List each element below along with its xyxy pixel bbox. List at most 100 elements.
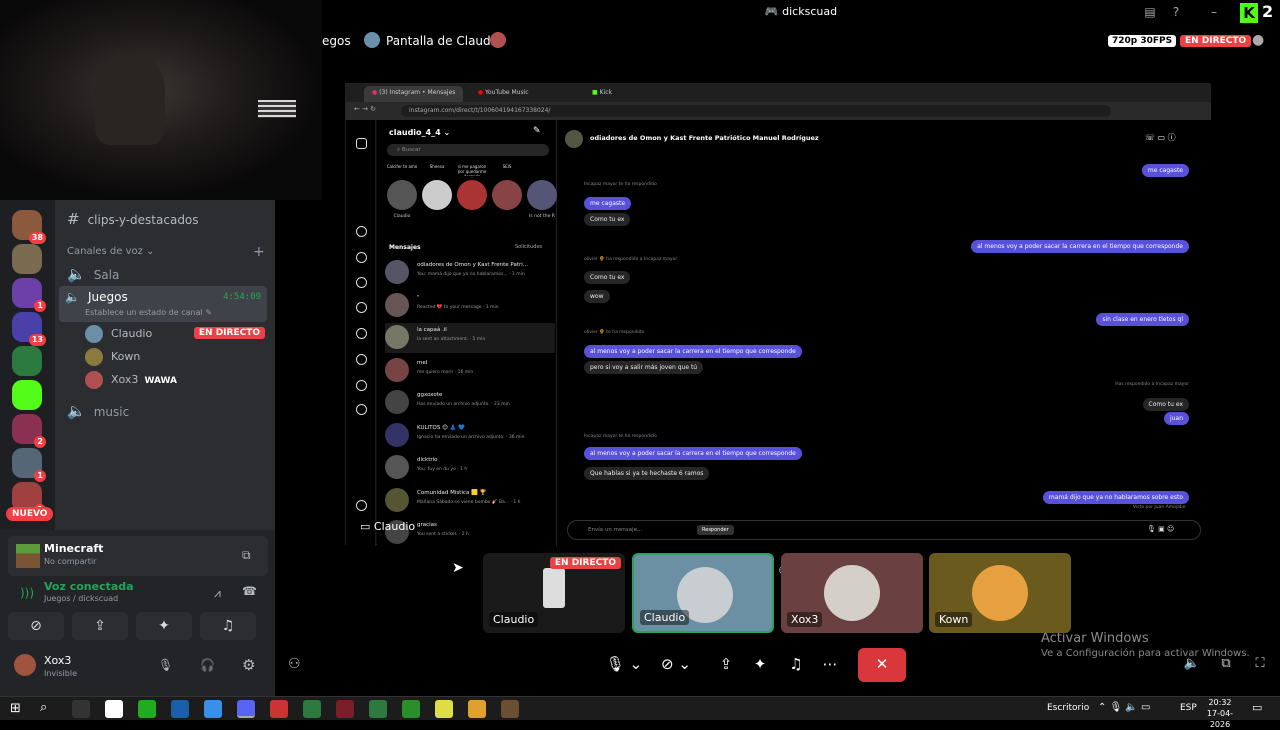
soundboard-button[interactable]: ♫ — [780, 648, 812, 680]
channel-status[interactable]: Establece un estado de canal ✎ — [85, 308, 212, 317]
mic-image-sticker-icons[interactable]: 🎙 ▣ ☺ — [1147, 525, 1174, 533]
note[interactable]: SEIS — [490, 164, 524, 234]
instagram-nav-icon[interactable] — [356, 277, 367, 288]
leave-call-button[interactable]: ✕ — [858, 648, 906, 682]
conversation-item[interactable]: dicktrio You: fuy en du yo · 1 h — [385, 453, 555, 483]
mute-button[interactable]: 🎙 ⌄ — [598, 648, 650, 680]
taskbar-app-icon[interactable] — [72, 700, 90, 718]
activities-button[interactable]: ✦ — [136, 612, 192, 640]
disconnect-icon[interactable]: ☎ — [242, 584, 257, 598]
server-icon[interactable]: 2 — [12, 414, 46, 448]
voice-user[interactable]: Claudio EN DIRECTO — [85, 325, 265, 343]
participant-tile[interactable]: Xox3 — [781, 553, 923, 633]
taskbar-app-icon[interactable] — [270, 700, 288, 718]
channel-sala[interactable]: 🔈 Sala — [67, 265, 119, 283]
instagram-nav-icon[interactable] — [356, 328, 367, 339]
note[interactable]: Is not the R — [525, 164, 559, 234]
windows-start-icon[interactable]: ⊞ — [10, 701, 21, 716]
instagram-nav-icon[interactable] — [356, 404, 367, 415]
voice-category[interactable]: Canales de voz ⌄ — [67, 246, 154, 257]
minimize-icon[interactable]: – — [1206, 4, 1222, 20]
participant-tile[interactable]: Kown — [929, 553, 1071, 633]
voice-connected-sub[interactable]: Juegos / dickscuad — [44, 594, 118, 603]
conversation-item[interactable]: " Reacted 💔 to your message · 1 min — [385, 291, 555, 321]
chat-bubble-icon[interactable]: ● — [1252, 32, 1264, 48]
compose-icon[interactable]: ✎ — [533, 126, 541, 136]
taskbar-app-icon[interactable] — [501, 700, 519, 718]
taskbar-app-icon[interactable] — [105, 700, 123, 718]
fullscreen-icon[interactable]: ⛶ — [1248, 648, 1272, 680]
server-icon[interactable]: 38 — [12, 210, 46, 244]
instagram-nav-icon[interactable] — [356, 302, 367, 313]
requests-link[interactable]: Solicitudes — [515, 244, 542, 250]
taskbar-app-icon[interactable] — [435, 700, 453, 718]
notification-icon[interactable]: ▭ — [1252, 701, 1262, 714]
screen-share-button[interactable]: ⇪ — [72, 612, 128, 640]
taskbar-app-icon[interactable] — [237, 700, 255, 718]
taskbar-app-icon[interactable] — [204, 700, 222, 718]
server-icon[interactable]: 1 — [12, 278, 46, 312]
channel-juegos[interactable]: 🔈 Juegos 4:54:09 Establece un estado de c… — [59, 286, 267, 322]
voice-connected-title[interactable]: Voz conectada — [44, 580, 134, 593]
tab-instagram[interactable]: ● (3) Instagram • Mensajes — [364, 86, 464, 102]
conversation-item[interactable]: la capaа́ .il la sent an attachment. · 5 … — [385, 323, 555, 353]
tab-youtube-music[interactable]: ● YouTube Music — [470, 86, 537, 102]
conversation-item[interactable]: KULITOS 😊 👗 💙 Ignacio ha enviado un archi… — [385, 421, 555, 451]
share-screen-icon[interactable]: ⧉ — [242, 548, 251, 563]
instagram-nav-icon[interactable] — [356, 380, 367, 391]
help-icon[interactable]: ? — [1168, 4, 1184, 20]
instagram-nav-icon[interactable] — [356, 138, 367, 149]
server-icon[interactable] — [12, 346, 42, 376]
channel-music[interactable]: 🔈 music — [67, 402, 129, 420]
clock[interactable]: 20:32 17-04-2026 — [1198, 697, 1242, 730]
activity-card[interactable]: Minecraft No compartir ⧉ — [8, 536, 268, 576]
server-icon[interactable] — [12, 244, 42, 274]
voice-user[interactable]: Xox3 WAWA — [85, 371, 265, 389]
conversation-item[interactable]: mel me quiero morir · 16 min — [385, 356, 555, 386]
avatar[interactable] — [14, 654, 36, 676]
shared-screen[interactable]: ● (3) Instagram • Mensajes ● YouTube Mus… — [345, 83, 1211, 546]
search-input[interactable]: ⌕ Buscar — [387, 144, 549, 156]
voice-user[interactable]: Kown — [85, 348, 265, 366]
instagram-nav-icon[interactable] — [356, 354, 367, 365]
instagram-nav-icon[interactable] — [356, 252, 367, 263]
server-icon[interactable] — [12, 380, 42, 410]
breadcrumb[interactable]: egos — [322, 34, 351, 48]
conversation-item[interactable]: ggxoxote Has enviado un archivo adjunto. … — [385, 388, 555, 418]
instagram-nav-icon[interactable] — [356, 500, 367, 511]
camera-button[interactable]: ⊘ ⌄ — [650, 648, 702, 680]
participant-tile[interactable]: Claudio — [632, 553, 774, 633]
conversation-item[interactable]: Comunidad Mistica 🟨 🏆 Mañana Sábado se vi… — [385, 486, 555, 516]
note[interactable]: Calcifer te amo Claudio — [385, 164, 419, 234]
add-channel-icon[interactable]: + — [253, 244, 265, 260]
share-screen-button[interactable]: ⇪ — [710, 648, 742, 680]
soundboard-button[interactable]: ♫ — [200, 612, 256, 640]
call-icons[interactable]: ☏ ▭ ⓘ — [1145, 132, 1176, 143]
server-icon[interactable]: 13 — [12, 312, 46, 346]
taskbar-app-icon[interactable] — [369, 700, 387, 718]
activity-button[interactable]: ✦ — [744, 648, 776, 680]
search-icon[interactable]: ⌕ — [40, 700, 47, 715]
instagram-nav-icon[interactable] — [356, 226, 367, 237]
inbox-icon[interactable]: ▤ — [1142, 4, 1158, 20]
note[interactable]: si me pagaron por quedarme dormido — [455, 164, 489, 234]
conversation-item[interactable]: odiadores de Omon y Kast Frente Patri...… — [385, 258, 555, 288]
taskbar-app-icon[interactable] — [138, 700, 156, 718]
participant-tile[interactable]: Claudio EN DIRECTO — [483, 553, 625, 633]
language-indicator[interactable]: ESP — [1180, 703, 1197, 713]
message-input[interactable]: Envía un mensaje... — [567, 520, 1201, 540]
taskbar-app-icon[interactable] — [468, 700, 486, 718]
desktop-label[interactable]: Escritorio — [1047, 703, 1089, 713]
account-name[interactable]: claudio_4_4 ⌄ — [389, 128, 450, 137]
gear-icon[interactable]: ⚙ — [242, 656, 255, 674]
camera-off-button[interactable]: ⊘ — [8, 612, 64, 640]
server-icon[interactable]: 1 — [12, 448, 46, 482]
note[interactable]: Sheesa — [420, 164, 454, 234]
taskbar-app-icon[interactable] — [402, 700, 420, 718]
channel-clips[interactable]: # clips-y-destacados — [67, 210, 199, 228]
tab-kick[interactable]: ■ Kick — [584, 86, 620, 102]
taskbar-app-icon[interactable] — [171, 700, 189, 718]
tray-icons[interactable]: ⌃ 🎙 🔈 ▭ — [1098, 702, 1151, 713]
volume-icon[interactable]: 🔈 — [1180, 648, 1204, 680]
microphone-icon[interactable]: 🎙 — [158, 658, 173, 672]
